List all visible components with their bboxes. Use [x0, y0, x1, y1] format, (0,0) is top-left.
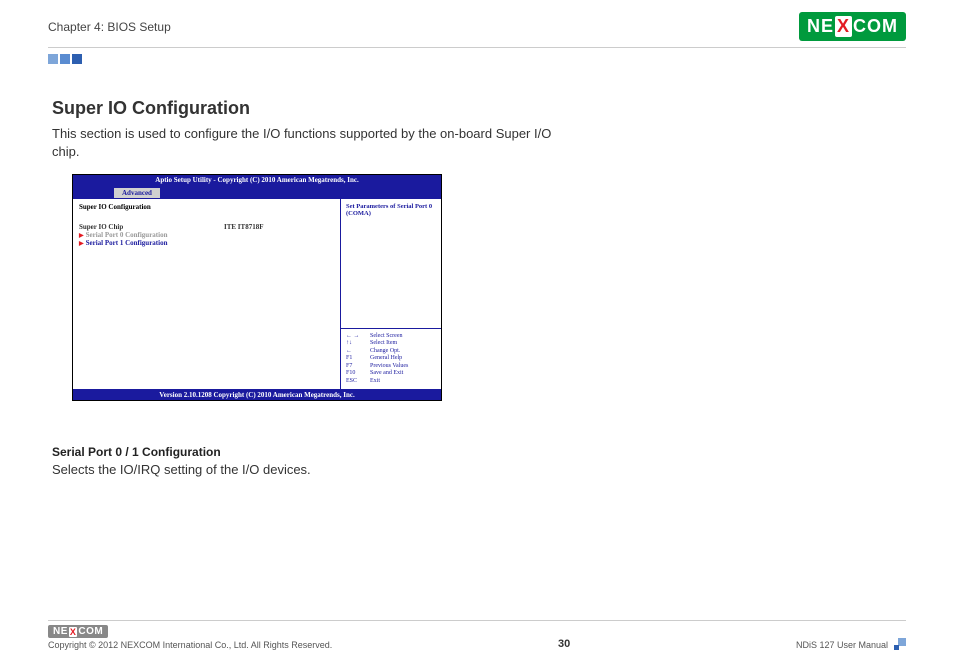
bios-serial-port-1[interactable]: ▶Serial Port 1 Configuration — [79, 239, 334, 247]
page-number: 30 — [558, 638, 570, 650]
bios-chip-value: ITE IT8718F — [224, 223, 334, 231]
key-row: ← →Select Screen — [346, 333, 436, 341]
key-row: ←Change Opt. — [346, 348, 436, 356]
page-footer: NEXCOM Copyright © 2012 NEXCOM Internati… — [48, 620, 906, 650]
bios-key-hints: ← →Select Screen ↑↓Select Item ←Change O… — [341, 329, 441, 390]
bios-chip-label: Super IO Chip — [79, 223, 224, 231]
bios-chip-row: Super IO Chip ITE IT8718F — [79, 223, 334, 231]
copyright-text: Copyright © 2012 NEXCOM International Co… — [48, 640, 332, 650]
bios-help-panel: Set Parameters of Serial Port 0 (COMA) — [341, 199, 441, 329]
key-row: F7Previous Values — [346, 363, 436, 371]
subsection-desc: Selects the IO/IRQ setting of the I/O de… — [52, 461, 568, 479]
bios-serial-port-0[interactable]: ▶Serial Port 0 Configuration — [79, 231, 334, 239]
tab-advanced[interactable]: Advanced — [113, 187, 161, 198]
key-row: ↑↓Select Item — [346, 340, 436, 348]
logo-x-icon: X — [69, 627, 78, 637]
key-row: F1General Help — [346, 355, 436, 363]
nexcom-logo: NEXCOM — [799, 12, 906, 41]
bios-title-bar: Aptio Setup Utility - Copyright (C) 2010… — [73, 175, 441, 185]
logo-x-icon: X — [835, 16, 852, 37]
key-row: ESCExit — [346, 378, 436, 386]
bios-tab-bar: Advanced — [73, 185, 441, 198]
nexcom-logo-small: NEXCOM — [48, 625, 108, 638]
chapter-title: Chapter 4: BIOS Setup — [48, 20, 171, 34]
header-decor-squares — [48, 54, 906, 64]
page-title: Super IO Configuration — [52, 98, 568, 119]
bios-screenshot: Aptio Setup Utility - Copyright (C) 2010… — [72, 174, 442, 401]
footer-decor-icon — [894, 638, 906, 650]
bios-footer-bar: Version 2.10.1208 Copyright (C) 2010 Ame… — [73, 390, 441, 400]
triangle-icon: ▶ — [79, 240, 84, 247]
subsection-title: Serial Port 0 / 1 Configuration — [52, 445, 568, 459]
bios-section-title: Super IO Configuration — [79, 203, 334, 211]
intro-text: This section is used to configure the I/… — [52, 125, 568, 160]
page-header: Chapter 4: BIOS Setup NEXCOM — [48, 12, 906, 48]
key-row: F10Save and Exit — [346, 370, 436, 378]
bios-left-panel: Super IO Configuration Super IO Chip ITE… — [73, 198, 341, 390]
triangle-icon: ▶ — [79, 232, 84, 239]
manual-name: NDiS 127 User Manual — [796, 640, 888, 650]
